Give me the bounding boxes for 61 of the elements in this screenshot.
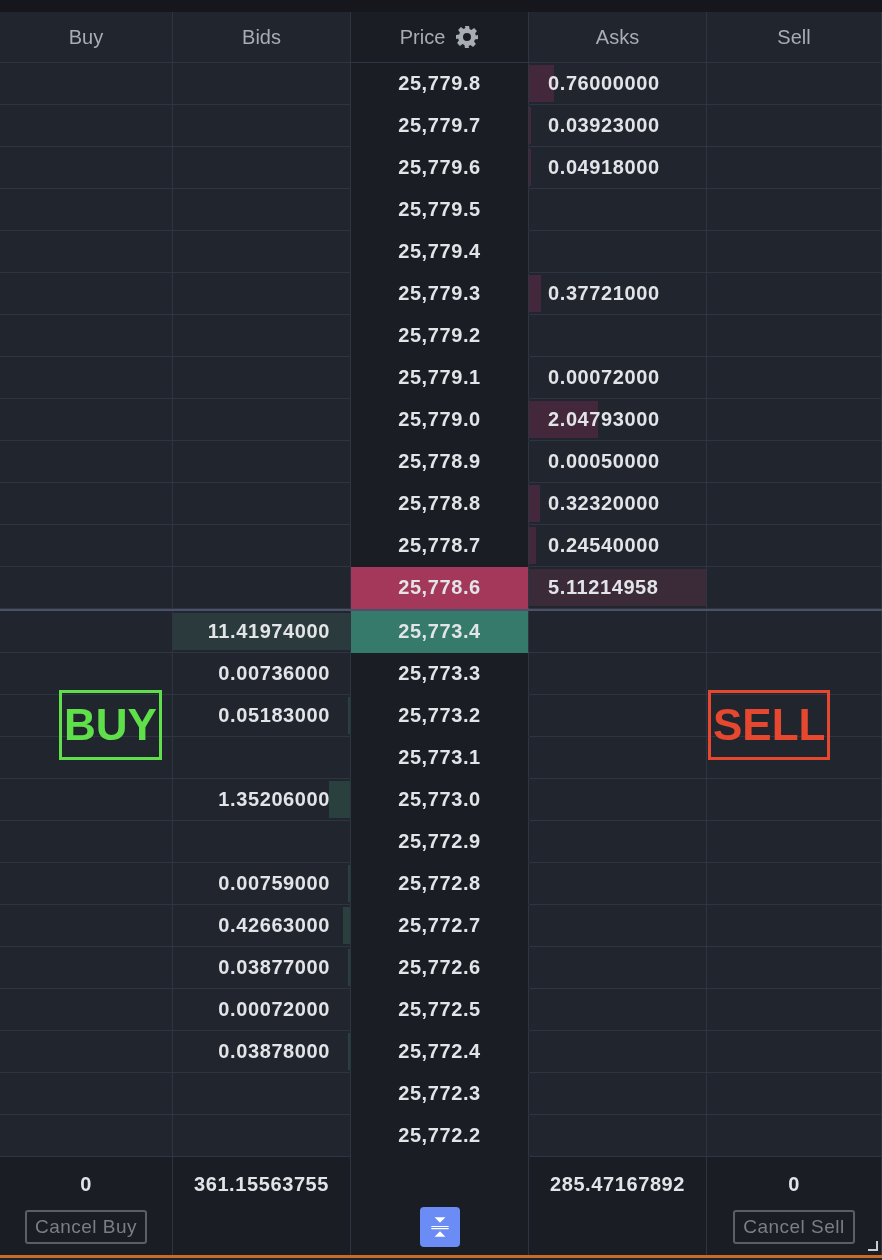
- price-cell[interactable]: 25,772.7: [351, 905, 529, 947]
- bid-size[interactable]: 0.05183000: [218, 704, 330, 727]
- bid-size[interactable]: 0.03877000: [218, 956, 330, 979]
- bid-size[interactable]: 0.42663000: [218, 914, 330, 937]
- column-header: Price: [399, 25, 446, 49]
- bids-total: 361.15563755: [193, 1173, 330, 1196]
- price-cell[interactable]: 25,779.0: [351, 399, 529, 441]
- column-header: Buy: [68, 25, 104, 49]
- column-header: Bids: [242, 25, 281, 49]
- settings-icon[interactable]: [455, 25, 480, 49]
- price-cell[interactable]: 25,778.6: [351, 567, 529, 609]
- price-cell[interactable]: 25,773.3: [351, 653, 529, 695]
- price-cell[interactable]: 25,778.8: [351, 483, 529, 525]
- price-cell[interactable]: 25,772.3: [351, 1073, 529, 1115]
- price-cell[interactable]: 25,779.8: [351, 63, 529, 105]
- price-cell[interactable]: 25,772.4: [351, 1031, 529, 1073]
- ask-size[interactable]: 0.03923000: [548, 114, 660, 137]
- price-cell[interactable]: 25,779.6: [351, 147, 529, 189]
- price-cell[interactable]: 25,773.4: [351, 611, 529, 653]
- buy-count: 0: [80, 1173, 92, 1196]
- price-cell[interactable]: 25,779.1: [351, 357, 529, 399]
- bid-size[interactable]: 11.41974000: [207, 620, 330, 643]
- price-cell[interactable]: 25,778.7: [351, 525, 529, 567]
- ask-size[interactable]: 0.04918000: [548, 156, 660, 179]
- bid-size[interactable]: 1.35206000: [218, 788, 330, 811]
- cancel-sell-button[interactable]: Cancel Sell: [733, 1210, 855, 1244]
- ask-size[interactable]: 0.32320000: [548, 492, 660, 515]
- price-cell[interactable]: 25,772.9: [351, 821, 529, 863]
- price-cell[interactable]: 25,772.5: [351, 989, 529, 1031]
- price-cell[interactable]: 25,779.3: [351, 273, 529, 315]
- asks-total: 285.47167892: [549, 1173, 686, 1196]
- price-cell[interactable]: 25,773.0: [351, 779, 529, 821]
- ask-size[interactable]: 0.24540000: [548, 534, 660, 557]
- ask-size[interactable]: 0.00072000: [548, 366, 660, 389]
- center-button[interactable]: [419, 1207, 460, 1247]
- bid-size[interactable]: 0.00759000: [218, 872, 330, 895]
- cancel-buy-button[interactable]: Cancel Buy: [24, 1210, 148, 1244]
- buy-label: BUY: [59, 690, 162, 760]
- price-cell[interactable]: 25,779.2: [351, 315, 529, 357]
- column-header: Sell: [777, 25, 811, 49]
- ask-size[interactable]: 5.11214958: [548, 576, 659, 599]
- resize-grip-icon[interactable]: [868, 1241, 878, 1251]
- ask-size[interactable]: 0.00050000: [548, 450, 660, 473]
- ask-size[interactable]: 0.76000000: [548, 72, 660, 95]
- sell-label: SELL: [708, 690, 831, 760]
- price-cell[interactable]: 25,773.2: [351, 695, 529, 737]
- price-cell[interactable]: 25,779.4: [351, 231, 529, 273]
- price-cell[interactable]: 25,779.5: [351, 189, 529, 231]
- price-cell[interactable]: 25,772.8: [351, 863, 529, 905]
- ask-size[interactable]: 0.37721000: [548, 282, 660, 305]
- price-cell[interactable]: 25,779.7: [351, 105, 529, 147]
- price-cell[interactable]: 25,772.2: [351, 1115, 529, 1157]
- price-cell[interactable]: 25,773.1: [351, 737, 529, 779]
- bid-size[interactable]: 0.03878000: [218, 1040, 330, 1063]
- price-cell[interactable]: 25,778.9: [351, 441, 529, 483]
- column-header: Asks: [595, 25, 640, 49]
- bid-size[interactable]: 0.00072000: [218, 998, 330, 1021]
- sell-count: 0: [788, 1173, 800, 1196]
- price-cell[interactable]: 25,772.6: [351, 947, 529, 989]
- ask-size[interactable]: 2.04793000: [548, 408, 660, 431]
- bid-size[interactable]: 0.00736000: [218, 662, 330, 685]
